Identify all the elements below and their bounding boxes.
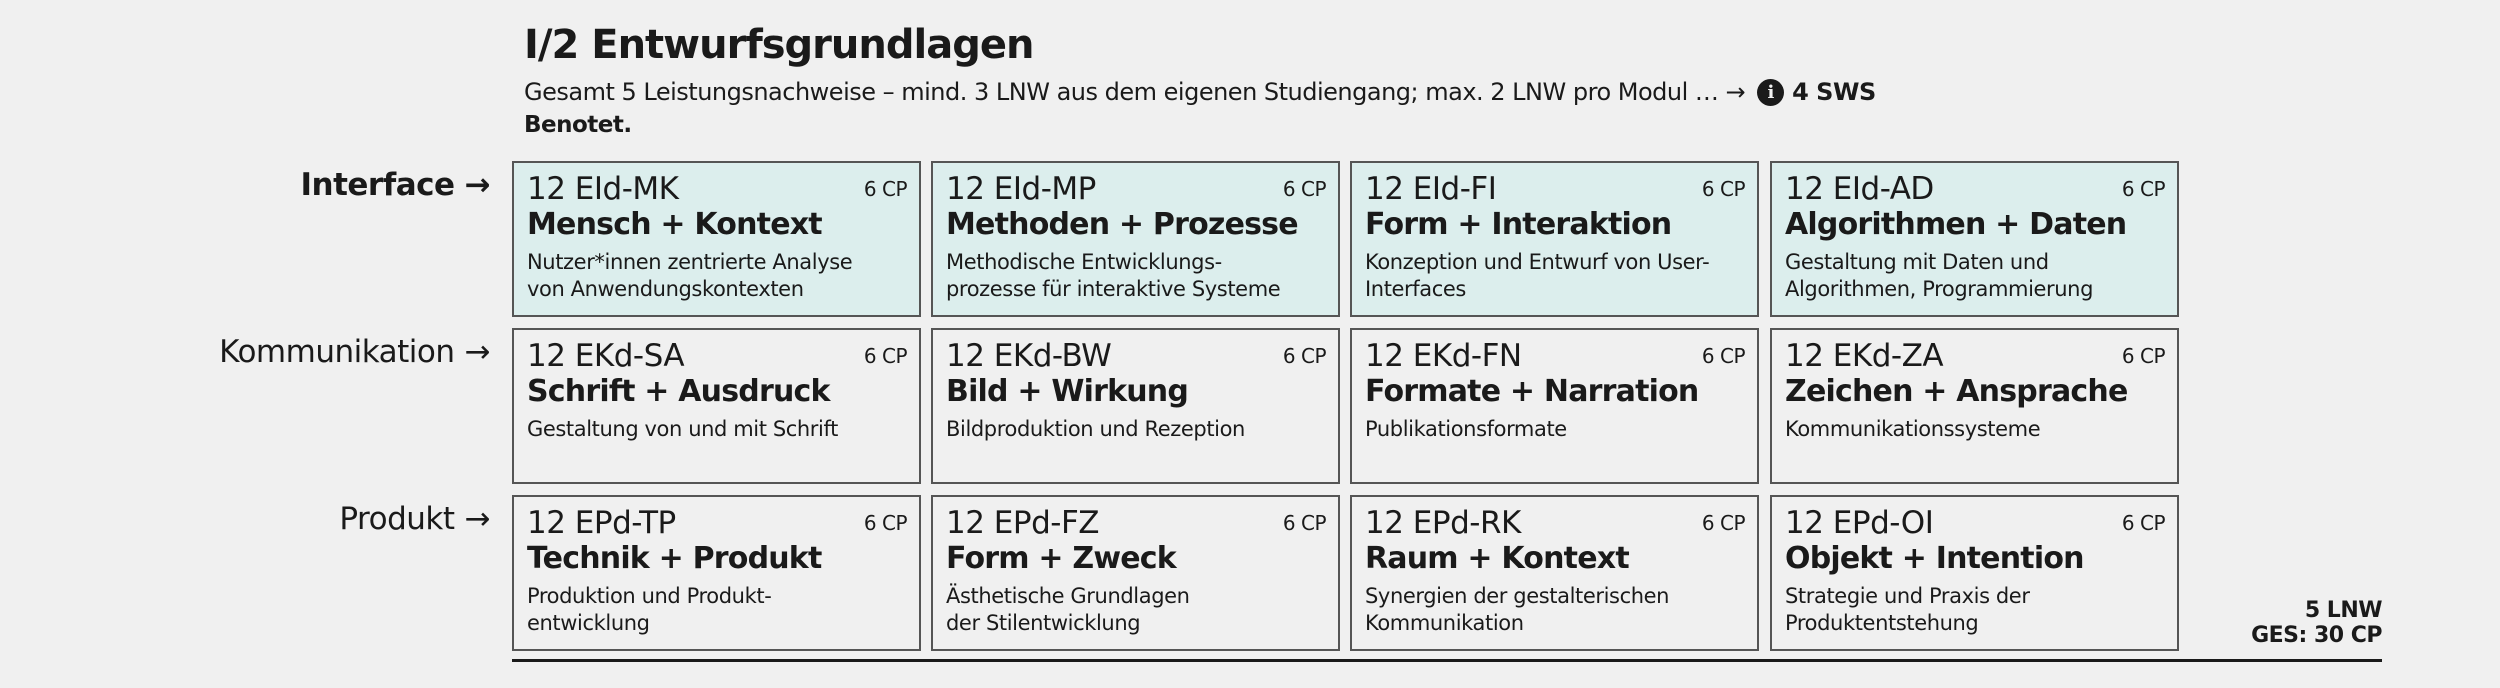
module-card[interactable]: 12 EPd-FZ 6 CP Form + Zweck Ästhetische Gru… [931,495,1340,651]
module-description: Gestaltung von und mit Schrift [527,417,838,441]
module-name: Objekt + Intention [1785,541,2084,576]
module-code: 12 EKd-SA [527,338,685,374]
module-name: Mensch + Kontext [527,207,823,242]
row-label-text: Interface [300,167,455,203]
module-code: 12 EPd-RK [1365,505,1521,541]
module-code: 12 EKd-BW [946,338,1112,374]
summary-total-cp: GES: 30 CP [2251,623,2382,648]
module-credits: 6 CP [1282,511,1327,535]
module-code: 12 EPd-OI [1785,505,1934,541]
arrow-right-icon: → [464,501,491,537]
module-code: 12 EPd-FZ [946,505,1100,541]
module-credits: 6 CP [863,511,908,535]
arrow-right-icon: → [464,167,491,203]
page-title: I/2 Entwurfsgrundlagen [524,22,1034,68]
module-name: Bild + Wirkung [946,374,1189,409]
module-code: 12 EPd-TP [527,505,676,541]
module-name: Schrift + Ausdruck [527,374,830,409]
module-card[interactable]: 12 EId-FI 6 CP Form + Interaktion Konzeptio… [1350,161,1759,317]
subtitle-text: Gesamt 5 Leistungsnachweise – mind. 3 LN… [524,78,1746,106]
module-name: Algorithmen + Daten [1785,207,2127,242]
module-description: Produktion und Produkt- entwicklung [527,584,772,635]
module-card[interactable]: 12 EKd-BW 6 CP Bild + Wirkung Bildproduktio… [931,328,1340,484]
module-credits: 6 CP [1282,177,1327,201]
module-description: Konzeption und Entwurf von User- Interfa… [1365,250,1710,301]
module-card[interactable]: 12 EKd-FN 6 CP Formate + Narration Publikat… [1350,328,1759,484]
module-card[interactable]: 12 EKd-ZA 6 CP Zeichen + Ansprache Kommunik… [1770,328,2179,484]
module-credits: 6 CP [2121,177,2166,201]
sws-label: 4 SWS [1792,78,1876,106]
module-name: Technik + Produkt [527,541,822,576]
module-description: Synergien der gestalterischen Kommunikat… [1365,584,1670,635]
row-label-text: Produkt [339,501,455,537]
module-code: 12 EId-AD [1785,171,1934,207]
module-card[interactable]: 12 EId-MK 6 CP Mensch + Kontext Nutzer*inne… [512,161,921,317]
module-credits: 6 CP [2121,344,2166,368]
module-description: Strategie und Praxis der Produktentstehu… [1785,584,2030,635]
module-name: Formate + Narration [1365,374,1699,409]
summary-lnw: 5 LNW [2304,598,2383,623]
module-card[interactable]: 12 EKd-SA 6 CP Schrift + Ausdruck Gestaltun… [512,328,921,484]
arrow-right-icon: → [464,334,491,370]
module-code: 12 EKd-FN [1365,338,1522,374]
module-card[interactable]: 12 EPd-RK 6 CP Raum + Kontext Synergien der… [1350,495,1759,651]
module-credits: 6 CP [1701,344,1746,368]
module-credits: 6 CP [1282,344,1327,368]
module-code: 12 EId-MP [946,171,1096,207]
row-label-text: Kommunikation [219,334,455,370]
module-card[interactable]: 12 EId-MP 6 CP Methoden + Prozesse Methodis… [931,161,1340,317]
module-credits: 6 CP [863,344,908,368]
module-name: Methoden + Prozesse [946,207,1299,242]
module-card[interactable]: 12 EPd-OI 6 CP Objekt + Intention Strategie… [1770,495,2179,651]
module-card[interactable]: 12 EId-AD 6 CP Algorithmen + Daten Gestaltu… [1770,161,2179,317]
module-description: Nutzer*innen zentrierte Analyse von Anwe… [527,250,853,301]
module-code: 12 EKd-ZA [1785,338,1944,374]
info-icon[interactable]: i [1757,78,1785,106]
module-description: Bildproduktion und Rezeption [946,417,1245,441]
module-credits: 6 CP [863,177,908,201]
subtitle: Gesamt 5 Leistungsnachweise – mind. 3 LN… [524,78,1876,106]
module-description: Gestaltung mit Daten und Algorithmen, Pr… [1785,250,2094,301]
module-name: Form + Interaktion [1365,207,1672,242]
module-description: Ästhetische Grundlagen der Stilentwicklu… [946,584,1190,635]
module-name: Form + Zweck [946,541,1177,576]
module-description: Methodische Entwicklungs- prozesse für i… [946,250,1281,301]
module-credits: 6 CP [1701,177,1746,201]
row-label-interface: Interface → [90,167,490,203]
module-card[interactable]: 12 EPd-TP 6 CP Technik + Produkt Produktion… [512,495,921,651]
bottom-rule [512,659,2382,662]
module-name: Zeichen + Ansprache [1785,374,2128,409]
module-code: 12 EId-MK [527,171,679,207]
module-credits: 6 CP [2121,511,2166,535]
module-name: Raum + Kontext [1365,541,1630,576]
summary: 5 LNW GES: 30 CP [2251,598,2382,648]
module-code: 12 EId-FI [1365,171,1497,207]
module-description: Kommunikationssysteme [1785,417,2041,441]
graded-note: Benotet. [524,112,632,138]
row-label-kommunikation: Kommunikation → [90,334,490,370]
module-description: Publikationsformate [1365,417,1567,441]
module-credits: 6 CP [1701,511,1746,535]
row-label-produkt: Produkt → [90,501,490,537]
